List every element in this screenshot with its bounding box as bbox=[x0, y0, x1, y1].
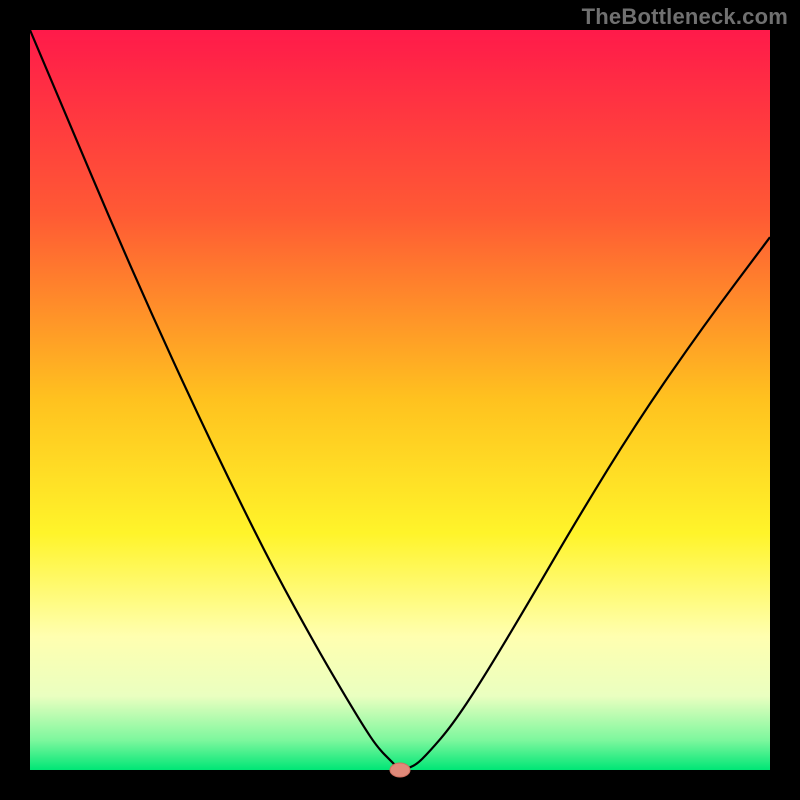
watermark-text: TheBottleneck.com bbox=[582, 4, 788, 30]
plot-background bbox=[30, 30, 770, 770]
optimum-marker bbox=[390, 763, 410, 777]
bottleneck-chart bbox=[0, 0, 800, 800]
chart-container: TheBottleneck.com bbox=[0, 0, 800, 800]
